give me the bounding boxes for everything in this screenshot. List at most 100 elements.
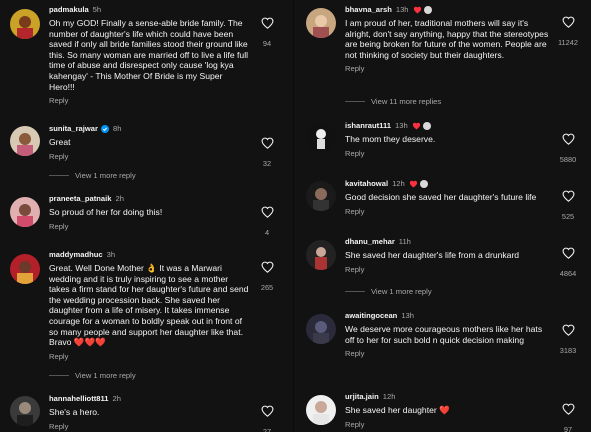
like-control: 265 xyxy=(252,261,282,292)
comment-text: Great xyxy=(49,137,71,147)
like-count: 94 xyxy=(262,39,272,48)
right-comment-column: bhavna_arsh 13h I am proud of her, tradi… xyxy=(296,0,591,432)
creator-avatar xyxy=(422,122,431,130)
reply-button[interactable]: Reply xyxy=(345,64,551,73)
avatar[interactable] xyxy=(306,314,336,344)
red-heart-icon xyxy=(413,6,421,14)
comment-time: 5h xyxy=(92,5,102,14)
reply-button[interactable]: Reply xyxy=(49,96,250,105)
like-control: 5880 xyxy=(553,133,583,164)
like-control: 4 xyxy=(252,206,282,237)
heart-outline-icon[interactable] xyxy=(562,133,575,145)
avatar[interactable] xyxy=(10,254,40,284)
like-count: 97 xyxy=(563,425,573,432)
comment-text: She saved her daughter's life from a dru… xyxy=(345,250,520,260)
comment-header: padmakula 5h xyxy=(49,5,250,15)
heart-outline-icon[interactable] xyxy=(562,16,575,28)
heart-outline-icon[interactable] xyxy=(261,17,274,29)
reply-button[interactable]: Reply xyxy=(49,422,250,431)
heart-outline-icon[interactable] xyxy=(261,137,274,149)
username[interactable]: urjita.jain xyxy=(345,392,379,402)
red-heart-icon xyxy=(412,122,420,130)
comment-text: I am proud of her, traditional mothers w… xyxy=(345,18,549,60)
comment-time: 12h xyxy=(382,392,396,401)
username[interactable]: ishanraut111 xyxy=(345,121,391,131)
comment-header: kavitahowal 12h xyxy=(345,179,551,189)
heart-outline-icon[interactable] xyxy=(261,206,274,218)
username[interactable]: dhanu_mehar xyxy=(345,237,395,247)
avatar[interactable] xyxy=(10,197,40,227)
like-count: 265 xyxy=(260,283,274,292)
heart-outline-icon[interactable] xyxy=(562,403,575,415)
comment-header: hannahelliott811 2h xyxy=(49,394,250,404)
username[interactable]: bhavna_arsh xyxy=(345,5,392,15)
view-more-replies[interactable]: View 11 more replies xyxy=(345,97,441,106)
view-more-label: View 1 more reply xyxy=(75,171,136,180)
divider-line xyxy=(49,175,69,176)
like-count: 3183 xyxy=(559,346,577,355)
avatar[interactable] xyxy=(306,122,336,152)
avatar[interactable] xyxy=(306,8,336,38)
avatar[interactable] xyxy=(10,126,40,156)
like-control: 525 xyxy=(553,190,583,221)
comment-text: Oh my GOD! Finally a sense-able bride fa… xyxy=(49,18,249,92)
like-control: 32 xyxy=(252,137,282,168)
username[interactable]: maddymadhuc xyxy=(49,250,103,260)
view-more-label: View 1 more reply xyxy=(75,371,136,380)
reply-button[interactable]: Reply xyxy=(345,420,551,429)
username[interactable]: sunita_rajwar xyxy=(49,124,98,134)
divider-line xyxy=(345,101,365,102)
like-count: 32 xyxy=(262,159,272,168)
username[interactable]: padmakula xyxy=(49,5,89,15)
like-count: 27 xyxy=(262,427,272,432)
divider-line xyxy=(345,291,365,292)
heart-outline-icon[interactable] xyxy=(261,261,274,273)
view-more-replies[interactable]: View 1 more reply xyxy=(345,287,432,296)
comment-text: Great. Well Done Mother 👌 It was a Marwa… xyxy=(49,263,249,348)
like-count: 525 xyxy=(561,212,575,221)
comment-header: maddymadhuc 3h xyxy=(49,250,250,260)
reply-button[interactable]: Reply xyxy=(345,207,551,216)
verified-badge-icon xyxy=(100,125,109,133)
comment-text: Good decision she saved her daughter's f… xyxy=(345,192,537,202)
reply-button[interactable]: Reply xyxy=(345,349,551,358)
avatar[interactable] xyxy=(306,395,336,425)
comment-text: So proud of her for doing this! xyxy=(49,207,163,217)
like-control: 97 xyxy=(553,403,583,432)
red-heart-icon xyxy=(409,180,417,188)
reply-button[interactable]: Reply xyxy=(49,352,250,361)
comment-header: awaitingocean 13h xyxy=(345,311,551,321)
avatar[interactable] xyxy=(10,396,40,426)
comment-header: ishanraut111 13h xyxy=(345,121,551,131)
username[interactable]: kavitahowal xyxy=(345,179,388,189)
like-control: 11242 xyxy=(553,16,583,47)
view-more-label: View 11 more replies xyxy=(371,97,442,106)
left-comment-column: padmakula 5h Oh my GOD! Finally a sense-… xyxy=(0,0,290,432)
username[interactable]: awaitingocean xyxy=(345,311,397,321)
view-more-replies[interactable]: View 1 more reply xyxy=(49,371,136,380)
avatar[interactable] xyxy=(10,9,40,39)
reply-button[interactable]: Reply xyxy=(345,149,551,158)
reply-button[interactable]: Reply xyxy=(49,152,250,161)
reply-button[interactable]: Reply xyxy=(345,265,551,274)
like-control: 3183 xyxy=(553,324,583,355)
heart-outline-icon[interactable] xyxy=(562,247,575,259)
comment-time: 3h xyxy=(106,250,116,259)
like-control: 94 xyxy=(252,17,282,48)
comment-header: bhavna_arsh 13h xyxy=(345,5,551,15)
avatar[interactable] xyxy=(306,181,336,211)
reply-button[interactable]: Reply xyxy=(49,222,250,231)
username[interactable]: praneeta_patnaik xyxy=(49,194,111,204)
view-more-replies[interactable]: View 1 more reply xyxy=(49,171,136,180)
comment-time: 2h xyxy=(112,394,121,403)
like-count: 4 xyxy=(264,228,270,237)
heart-outline-icon[interactable] xyxy=(562,190,575,202)
like-count: 4864 xyxy=(559,269,577,278)
heart-outline-icon[interactable] xyxy=(261,405,274,417)
heart-outline-icon[interactable] xyxy=(562,324,575,336)
like-count: 5880 xyxy=(559,155,577,164)
avatar[interactable] xyxy=(306,240,336,270)
comment-time: 12h xyxy=(392,179,405,188)
username[interactable]: hannahelliott811 xyxy=(49,394,109,404)
comment-time: 11h xyxy=(398,237,411,246)
